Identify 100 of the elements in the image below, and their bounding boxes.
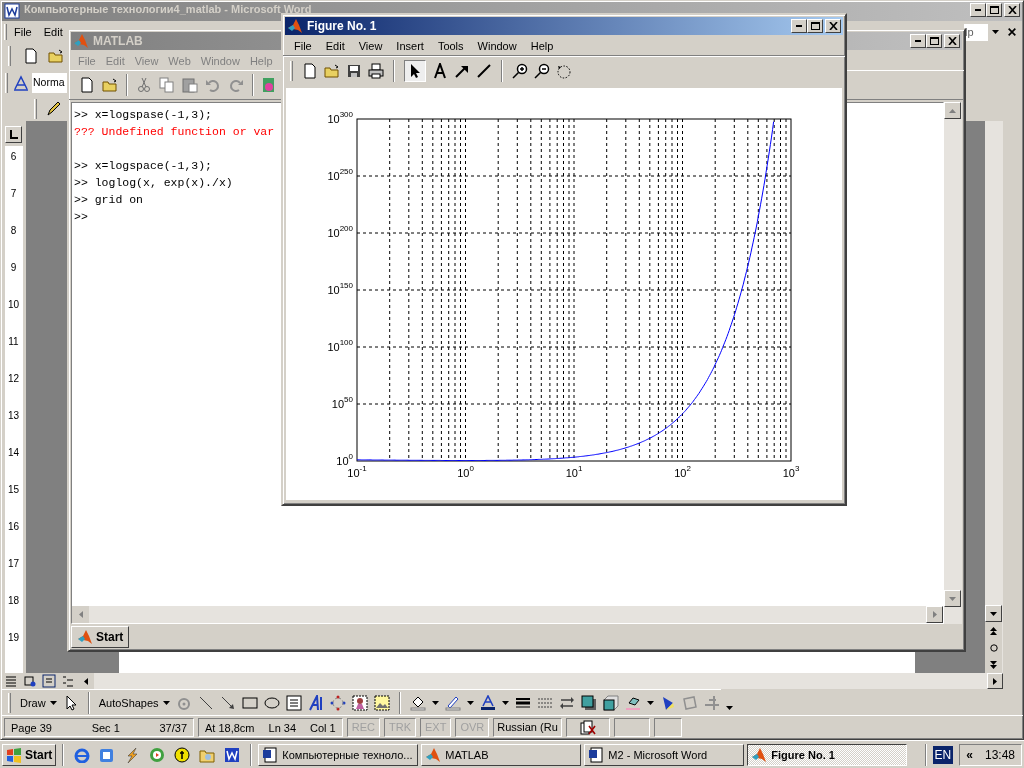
tray-toggle[interactable]: «: [966, 747, 973, 762]
text-box-icon[interactable]: [285, 694, 302, 711]
next-page-button[interactable]: [985, 656, 1002, 673]
new-document-icon[interactable]: [302, 63, 318, 79]
clipboard-icon[interactable]: [182, 77, 198, 93]
menu-item[interactable]: Tools: [430, 39, 471, 52]
y-tick-label: 10$^{50}$: [331, 398, 353, 410]
taskbar-button[interactable]: Figure No. 1: [747, 743, 908, 766]
dropdown-caret-icon[interactable]: [501, 700, 509, 705]
rotate-icon[interactable]: [556, 63, 572, 79]
style-icon[interactable]: [13, 74, 29, 91]
folder-icon[interactable]: [102, 77, 118, 93]
zoom-in-icon[interactable]: [512, 63, 528, 79]
language-indicator[interactable]: EN: [932, 745, 954, 764]
scissors-icon[interactable]: [136, 77, 152, 93]
close-icon[interactable]: [1007, 27, 1017, 37]
dropdown-caret-icon[interactable]: [431, 700, 439, 705]
wordart-icon[interactable]: [307, 694, 324, 711]
close-button[interactable]: [825, 19, 841, 33]
close-button[interactable]: [1004, 3, 1020, 17]
picture-icon[interactable]: [373, 694, 390, 711]
minimize-button[interactable]: [791, 19, 807, 33]
minimize-button[interactable]: [970, 3, 986, 17]
menu-item[interactable]: Help: [523, 39, 561, 52]
double-down-arrow-icon: [990, 660, 997, 669]
line-color-icon[interactable]: [444, 694, 461, 711]
text-tool-icon[interactable]: [432, 63, 448, 79]
menu-item[interactable]: Insert: [389, 39, 431, 52]
print-layout-view-icon[interactable]: [42, 674, 56, 688]
taskbar-button[interactable]: M2 - Microsoft Word: [584, 743, 745, 766]
new-document-icon[interactable]: [23, 48, 39, 64]
web-view-icon[interactable]: [23, 674, 37, 688]
pencil-icon[interactable]: [45, 100, 61, 117]
draw-menu[interactable]: Draw: [20, 696, 57, 709]
scroll-down-button[interactable]: [985, 605, 1002, 622]
style-field[interactable]: Norma: [32, 72, 67, 93]
menu-item[interactable]: Edit: [318, 39, 352, 52]
down-arrow-icon: [949, 596, 956, 601]
outline-view-icon[interactable]: [61, 674, 75, 688]
start-button[interactable]: Start: [2, 743, 57, 766]
fill-bucket-icon[interactable]: [409, 694, 426, 711]
eraser-icon[interactable]: [624, 694, 641, 711]
media-player-icon[interactable]: [149, 746, 166, 763]
maximize-button[interactable]: [986, 3, 1002, 17]
menu-item[interactable]: Edit: [43, 26, 63, 38]
oval-icon[interactable]: [263, 694, 280, 711]
arrow-icon[interactable]: [454, 63, 470, 79]
maximize-button[interactable]: [807, 19, 823, 33]
normal-view-icon[interactable]: [4, 674, 18, 688]
menu-item[interactable]: View: [351, 39, 390, 52]
previous-page-button[interactable]: [985, 622, 1002, 639]
menu-item[interactable]: File: [287, 39, 319, 52]
scroll-up-button[interactable]: [944, 102, 961, 119]
scroll-left-button[interactable]: [78, 673, 94, 689]
scroll-right-button[interactable]: [926, 606, 943, 623]
mail-icon[interactable]: [99, 746, 116, 763]
folder-icon[interactable]: [48, 48, 64, 64]
cube-icon[interactable]: [602, 694, 619, 711]
zoom-out-icon[interactable]: [534, 63, 550, 79]
menu-item[interactable]: Window: [470, 39, 524, 52]
maximize-button[interactable]: [926, 34, 942, 48]
taskbar-button[interactable]: MATLAB: [421, 743, 582, 766]
word-document-icon[interactable]: [224, 746, 241, 763]
close-icon: [828, 22, 838, 30]
minimize-button[interactable]: [910, 34, 926, 48]
shadow-icon[interactable]: [580, 694, 597, 711]
x-tick-label: 10$^{-1}$: [347, 467, 367, 479]
arrow-style-icon[interactable]: [558, 694, 575, 711]
menu-item[interactable]: File: [14, 26, 32, 38]
copy-icon[interactable]: [159, 77, 175, 93]
line-icon[interactable]: [197, 694, 214, 711]
up-arrow-icon: [949, 108, 956, 113]
key-round-icon[interactable]: [174, 746, 191, 763]
start-button[interactable]: Start: [71, 626, 130, 648]
arrow-icon[interactable]: [219, 694, 236, 711]
line-icon[interactable]: [476, 63, 492, 79]
tab-selector[interactable]: [5, 126, 22, 143]
clock: 13:48: [984, 747, 1015, 762]
diagram-icon[interactable]: [329, 694, 346, 711]
autoshapes-menu[interactable]: AutoShapes: [98, 696, 170, 709]
y-tick-label: 10$^{200}$: [327, 227, 353, 239]
scroll-down-button[interactable]: [944, 590, 961, 607]
printer-icon[interactable]: [368, 63, 384, 79]
close-button[interactable]: [944, 34, 960, 48]
dropdown-caret-icon[interactable]: [646, 700, 654, 705]
clip-art-icon[interactable]: [351, 694, 368, 711]
internet-explorer-icon[interactable]: [74, 746, 91, 763]
scroll-right-button[interactable]: [987, 673, 1003, 689]
x-tick-label: 10$^{1}$: [565, 467, 583, 479]
help-field[interactable]: lp: [964, 23, 988, 41]
rectangle-icon[interactable]: [241, 694, 258, 711]
font-color-icon[interactable]: [479, 694, 496, 711]
dropdown-caret-icon[interactable]: [466, 700, 474, 705]
new-document-icon[interactable]: [79, 77, 95, 93]
taskbar-button[interactable]: Компьютерные техноло...: [258, 743, 419, 766]
dropdown-caret-icon[interactable]: [992, 30, 999, 34]
simulink-icon[interactable]: [262, 77, 274, 93]
folder-icon[interactable]: [324, 63, 340, 79]
more-caret-icon[interactable]: [725, 705, 733, 710]
ruler-number: 7: [10, 189, 17, 201]
